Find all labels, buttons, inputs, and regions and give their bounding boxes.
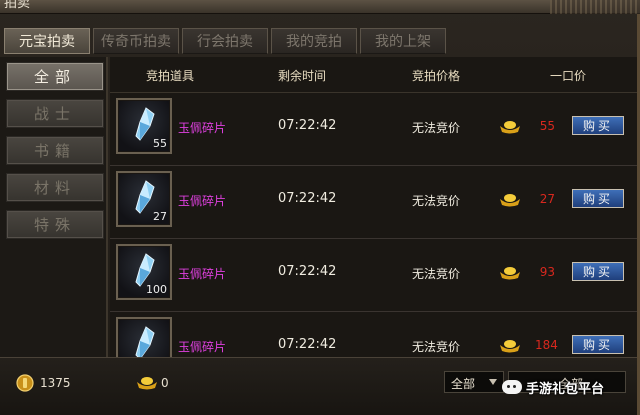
item-time-left: 07:22:42	[278, 118, 337, 133]
list-item[interactable]: 55 玉佩碎片 07:22:42 无法竞价 55 购买	[110, 94, 637, 166]
header-item: 竞拍道具	[146, 69, 195, 83]
tab-coin-auction[interactable]: 传奇币拍卖	[93, 28, 179, 54]
watermark-text: 手游礼包平台	[526, 381, 605, 397]
item-bid-status: 无法竞价	[412, 340, 461, 354]
item-time-left: 07:22:42	[278, 337, 337, 352]
item-slot[interactable]	[116, 317, 172, 357]
gold-ingot-icon	[500, 121, 520, 134]
buy-button[interactable]: 购买	[572, 262, 624, 281]
item-buyout-price: 184	[535, 338, 558, 352]
window-title: 拍卖	[4, 0, 31, 10]
item-slot[interactable]: 100	[116, 244, 172, 300]
item-time-left: 07:22:42	[278, 191, 337, 206]
ingot-balance: 0	[161, 376, 169, 390]
gold-coin-balance: 1375	[40, 376, 71, 390]
category-sidebar: 全部 战士 书籍 材料 特殊	[0, 57, 108, 357]
item-bid-status: 无法竞价	[412, 121, 461, 135]
item-quantity: 27	[153, 210, 167, 223]
item-quantity: 100	[146, 283, 167, 296]
jade-shard-icon	[135, 326, 155, 357]
item-name: 玉佩碎片	[178, 340, 227, 354]
item-name: 玉佩碎片	[178, 194, 227, 208]
item-buyout-price: 27	[539, 192, 555, 206]
wechat-icon	[502, 380, 522, 394]
list-item[interactable]: 100 玉佩碎片 07:22:42 无法竞价 93 购买	[110, 240, 637, 312]
list-item[interactable]: 27 玉佩碎片 07:22:42 无法竞价 27 购买	[110, 167, 637, 239]
gold-ingot-icon	[500, 267, 520, 280]
item-buyout-price: 93	[539, 265, 555, 279]
category-special[interactable]: 特殊	[6, 210, 104, 239]
buy-button[interactable]: 购买	[572, 116, 624, 135]
list-header: 竞拍道具 剩余时间 竞拍价格 一口价	[110, 57, 637, 93]
tab-my-listings[interactable]: 我的上架	[360, 28, 446, 54]
header-time: 剩余时间	[278, 69, 327, 83]
gold-ingot-icon	[500, 340, 520, 353]
buy-button[interactable]: 购买	[572, 189, 624, 208]
tab-my-bids[interactable]: 我的竞拍	[271, 28, 357, 54]
item-name: 玉佩碎片	[178, 267, 227, 281]
gold-ingot-icon	[500, 194, 520, 207]
category-materials[interactable]: 材料	[6, 173, 104, 202]
category-all[interactable]: 全部	[6, 62, 104, 91]
auction-window: 拍卖 元宝拍卖 传奇币拍卖 行会拍卖 我的竞拍 我的上架 全部 战士 书籍 材料…	[0, 0, 640, 415]
gold-ingot-icon	[137, 377, 157, 390]
item-bid-status: 无法竞价	[412, 267, 461, 281]
item-slot[interactable]: 55	[116, 98, 172, 154]
item-bid-status: 无法竞价	[412, 194, 461, 208]
title-bar: 拍卖	[0, 0, 640, 14]
tab-ingot-auction[interactable]: 元宝拍卖	[4, 28, 90, 54]
gold-coin-icon	[16, 374, 34, 392]
category-filter-dropdown[interactable]: 全部	[444, 371, 504, 393]
item-time-left: 07:22:42	[278, 264, 337, 279]
header-bid: 竞拍价格	[412, 69, 461, 83]
filter-selected: 全部	[451, 377, 476, 391]
item-slot[interactable]: 27	[116, 171, 172, 227]
auction-tabs: 元宝拍卖 传奇币拍卖 行会拍卖 我的竞拍 我的上架	[4, 28, 446, 56]
tab-guild-auction[interactable]: 行会拍卖	[182, 28, 268, 54]
item-buyout-price: 55	[539, 119, 555, 133]
item-quantity: 55	[153, 137, 167, 150]
chevron-down-icon	[489, 379, 497, 385]
watermark: 手游礼包平台	[502, 378, 605, 397]
list-item[interactable]: 玉佩碎片 07:22:42 无法竞价 184 购买	[110, 313, 637, 357]
category-books[interactable]: 书籍	[6, 136, 104, 165]
item-name: 玉佩碎片	[178, 121, 227, 135]
header-buyout: 一口价	[550, 69, 587, 83]
title-ornament	[550, 0, 640, 14]
buy-button[interactable]: 购买	[572, 335, 624, 354]
auction-list: 竞拍道具 剩余时间 竞拍价格 一口价 55 玉佩碎片 07:22:42 无法竞价	[110, 57, 637, 357]
category-warrior[interactable]: 战士	[6, 99, 104, 128]
